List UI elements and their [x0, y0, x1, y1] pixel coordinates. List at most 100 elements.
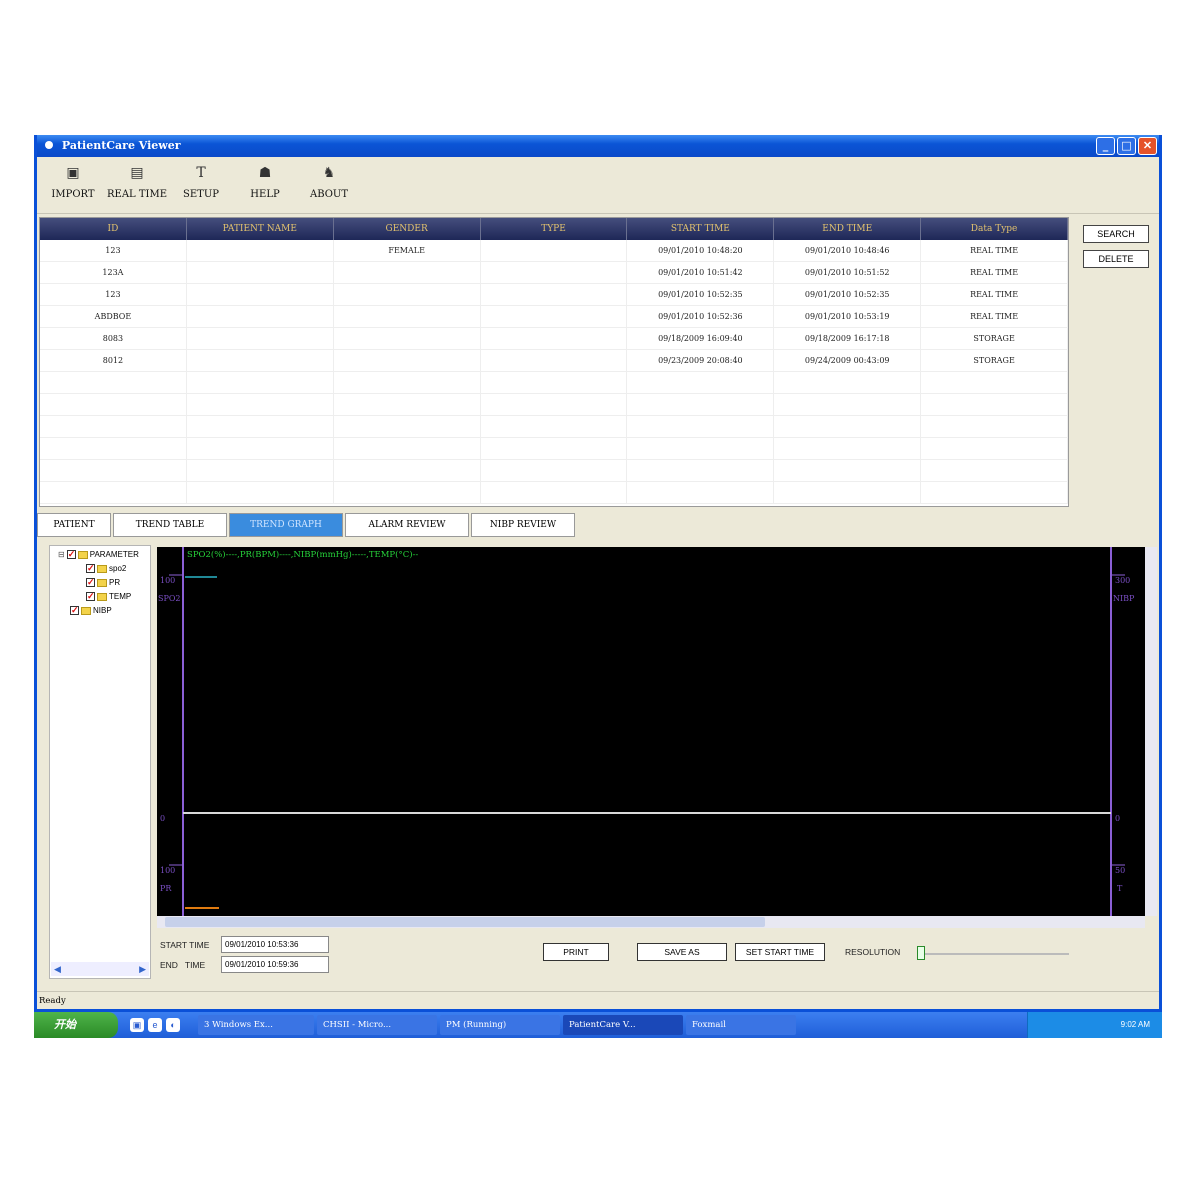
table-cell: 09/01/2010 10:48:20 — [627, 240, 775, 261]
table-row[interactable]: 8083 09/18/2009 16:09:40 09/18/2009 16:17:… — [40, 328, 1069, 350]
table-row[interactable] — [40, 482, 1069, 504]
table-cell — [481, 328, 628, 349]
table-row[interactable] — [40, 372, 1069, 394]
parameter-tree[interactable]: ⊟ ✓ PARAMETER ✓ spo2 ✓ PR ✓ TEMP ✓ NIBP … — [49, 545, 151, 979]
col-end-time[interactable]: END TIME — [774, 218, 922, 240]
table-cell — [334, 262, 481, 283]
table-row[interactable]: ABDBOE 09/01/2010 10:52:36 09/01/2010 10:5… — [40, 306, 1069, 328]
table-cell — [627, 394, 775, 415]
scroll-right-icon[interactable]: ▶ — [139, 964, 146, 975]
resolution-slider-track[interactable] — [921, 953, 1069, 955]
title-bar[interactable]: PatientCare Viewer _ □ ✕ — [37, 135, 1159, 157]
table-row[interactable] — [40, 460, 1069, 482]
graph-vertical-scrollbar[interactable] — [1145, 547, 1157, 916]
tree-pr[interactable]: ✓ PR — [86, 578, 120, 587]
folder-icon — [97, 578, 107, 587]
task-pm[interactable]: PM (Running) — [440, 1015, 560, 1035]
col-start-time[interactable]: START TIME — [627, 218, 775, 240]
tab-alarm-review[interactable]: ALARM REVIEW — [345, 513, 469, 537]
save-as-button[interactable]: SAVE AS — [637, 943, 727, 961]
table-cell — [334, 306, 481, 327]
table-row[interactable]: 123 09/01/2010 10:52:35 09/01/2010 10:52:3… — [40, 284, 1069, 306]
col-type[interactable]: TYPE — [481, 218, 628, 240]
tab-trend-graph[interactable]: TREND GRAPH — [229, 513, 343, 537]
graph-horizontal-scrollbar[interactable] — [157, 916, 1145, 928]
task-patientcare[interactable]: PatientCare V... — [563, 1015, 683, 1035]
set-start-time-button[interactable]: SET START TIME — [735, 943, 825, 961]
tree-temp-label: TEMP — [109, 592, 132, 601]
toolbar: ▣ IMPORT ▤ REAL TIME T SETUP ☗ HELP ♞ AB… — [37, 157, 1159, 213]
import-button[interactable]: ▣ IMPORT — [41, 157, 105, 213]
end-time-field[interactable]: 09/01/2010 10:59:36 — [221, 956, 329, 973]
media-icon[interactable]: ◐ — [166, 1018, 180, 1032]
close-button[interactable]: ✕ — [1138, 137, 1157, 155]
help-button[interactable]: ☗ HELP — [233, 157, 297, 213]
start-button[interactable]: 开始 — [34, 1012, 118, 1038]
checkbox-icon[interactable]: ✓ — [86, 578, 95, 587]
search-button[interactable]: SEARCH — [1083, 225, 1149, 243]
col-data-type[interactable]: Data Type — [921, 218, 1069, 240]
tab-patient[interactable]: PATIENT — [37, 513, 111, 537]
delete-button[interactable]: DELETE — [1083, 250, 1149, 268]
table-cell — [481, 416, 628, 437]
patient-grid[interactable]: ID PATIENT NAME GENDER TYPE START TIME E… — [39, 217, 1069, 507]
setup-button[interactable]: T SETUP — [169, 157, 233, 213]
tree-scrollbar[interactable]: ◀ ▶ — [51, 962, 149, 976]
tab-nibp-review[interactable]: NIBP REVIEW — [471, 513, 575, 537]
table-row[interactable]: 8012 09/23/2009 20:08:40 09/24/2009 00:43:… — [40, 350, 1069, 372]
tray-clock[interactable]: 9:02 AM — [1121, 1020, 1150, 1029]
table-cell — [774, 438, 922, 459]
print-button[interactable]: PRINT — [543, 943, 609, 961]
end-time-label: END TIME — [160, 960, 206, 970]
start-time-field[interactable]: 09/01/2010 10:53:36 — [221, 936, 329, 953]
checkbox-icon[interactable]: ✓ — [70, 606, 79, 615]
table-cell — [481, 372, 628, 393]
task-foxmail[interactable]: Foxmail — [686, 1015, 796, 1035]
col-id[interactable]: ID — [40, 218, 187, 240]
tree-parameter-label: PARAMETER — [89, 550, 139, 559]
about-icon: ♞ — [322, 165, 336, 181]
task-windows-explorer[interactable]: 3 Windows Ex... — [198, 1015, 314, 1035]
table-cell — [481, 284, 628, 305]
table-cell — [774, 372, 922, 393]
maximize-button[interactable]: □ — [1117, 137, 1136, 155]
col-gender[interactable]: GENDER — [334, 218, 481, 240]
tab-bar: PATIENT TREND TABLE TREND GRAPH ALARM RE… — [37, 513, 577, 539]
tab-trend-table[interactable]: TREND TABLE — [113, 513, 227, 537]
table-cell — [187, 438, 334, 459]
browser-icon[interactable]: e — [148, 1018, 162, 1032]
table-cell — [774, 394, 922, 415]
scroll-thumb[interactable] — [165, 917, 765, 927]
table-row[interactable]: 123A 09/01/2010 10:51:42 09/01/2010 10:51:… — [40, 262, 1069, 284]
checkbox-icon[interactable]: ✓ — [86, 564, 95, 573]
checkbox-icon[interactable]: ✓ — [66, 550, 76, 559]
table-cell — [187, 350, 334, 371]
table-row[interactable] — [40, 438, 1069, 460]
col-patient-name[interactable]: PATIENT NAME — [187, 218, 334, 240]
table-cell: 09/01/2010 10:48:46 — [774, 240, 922, 261]
table-row[interactable]: 123 FEMALE 09/01/2010 10:48:20 09/01/2010 1… — [40, 240, 1069, 262]
about-button[interactable]: ♞ ABOUT — [297, 157, 361, 213]
desktop-icon[interactable]: ▣ — [130, 1018, 144, 1032]
table-row[interactable] — [40, 394, 1069, 416]
collapse-icon[interactable]: ⊟ — [58, 550, 65, 559]
right-label-nibp: NIBP — [1113, 594, 1135, 603]
table-cell — [187, 372, 334, 393]
table-cell: ABDBOE — [40, 306, 187, 327]
left-label-0: 0 — [160, 814, 165, 823]
tree-nibp[interactable]: ✓ NIBP — [70, 606, 112, 615]
trend-graph[interactable]: 100 SPO2 0 100 PR 300 NIBP 0 50 T SPO2(%… — [157, 547, 1145, 916]
table-row[interactable] — [40, 416, 1069, 438]
checkbox-icon[interactable]: ✓ — [86, 592, 95, 601]
task-chsii[interactable]: CHSII - Micro... — [317, 1015, 437, 1035]
minimize-button[interactable]: _ — [1096, 137, 1115, 155]
start-time-label: START TIME — [160, 940, 210, 950]
table-cell — [481, 240, 628, 261]
tree-temp[interactable]: ✓ TEMP — [86, 592, 131, 601]
tree-spo2[interactable]: ✓ spo2 — [86, 564, 126, 573]
tree-parameter[interactable]: ⊟ ✓ PARAMETER — [58, 550, 139, 559]
resolution-slider-thumb[interactable] — [917, 946, 925, 960]
table-cell — [627, 372, 775, 393]
real-time-button[interactable]: ▤ REAL TIME — [105, 157, 169, 213]
scroll-left-icon[interactable]: ◀ — [54, 964, 61, 975]
